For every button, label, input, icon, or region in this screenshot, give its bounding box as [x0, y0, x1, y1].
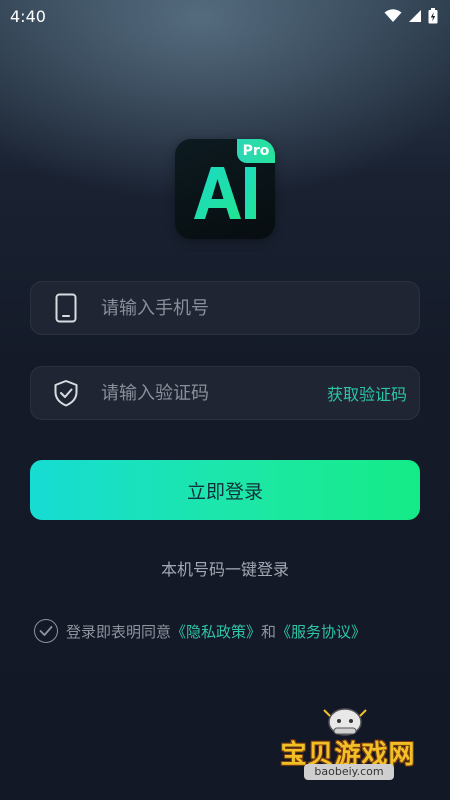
logo-pro-badge: Pro — [237, 139, 275, 163]
watermark-logo: 宝贝游戏网 baobeiy.com — [268, 702, 428, 782]
phone-field[interactable] — [30, 281, 420, 335]
agreement-prefix: 登录即表明同意 — [66, 622, 172, 641]
privacy-policy-link[interactable]: 《隐私政策》 — [171, 621, 261, 642]
status-bar: 4:40 — [0, 0, 450, 32]
status-icons — [384, 8, 438, 24]
logo-ai-text — [194, 167, 256, 219]
login-button[interactable]: 立即登录 — [30, 460, 420, 520]
phone-input[interactable] — [101, 282, 419, 334]
battery-charging-icon — [428, 8, 438, 24]
app-logo: Pro — [175, 139, 275, 239]
one-key-login-link[interactable]: 本机号码一键登录 — [0, 556, 450, 580]
check-icon — [39, 626, 53, 636]
code-input[interactable] — [101, 367, 327, 419]
code-field[interactable]: 获取验证码 — [30, 366, 420, 420]
service-agreement-link[interactable]: 《服务协议》 — [276, 621, 366, 642]
status-time: 4:40 — [10, 6, 46, 26]
shield-check-icon — [31, 379, 101, 407]
phone-icon — [31, 293, 101, 323]
watermark-url: baobeiy.com — [304, 764, 394, 780]
gamepad-mascot-icon — [323, 708, 367, 736]
agreement-row: 登录即表明同意 《隐私政策》 和 《服务协议》 — [34, 618, 366, 644]
wifi-icon — [384, 9, 402, 22]
get-code-button[interactable]: 获取验证码 — [327, 381, 419, 405]
signal-icon — [409, 10, 421, 22]
agreement-checkbox[interactable] — [34, 619, 58, 643]
agreement-and: 和 — [261, 622, 277, 641]
